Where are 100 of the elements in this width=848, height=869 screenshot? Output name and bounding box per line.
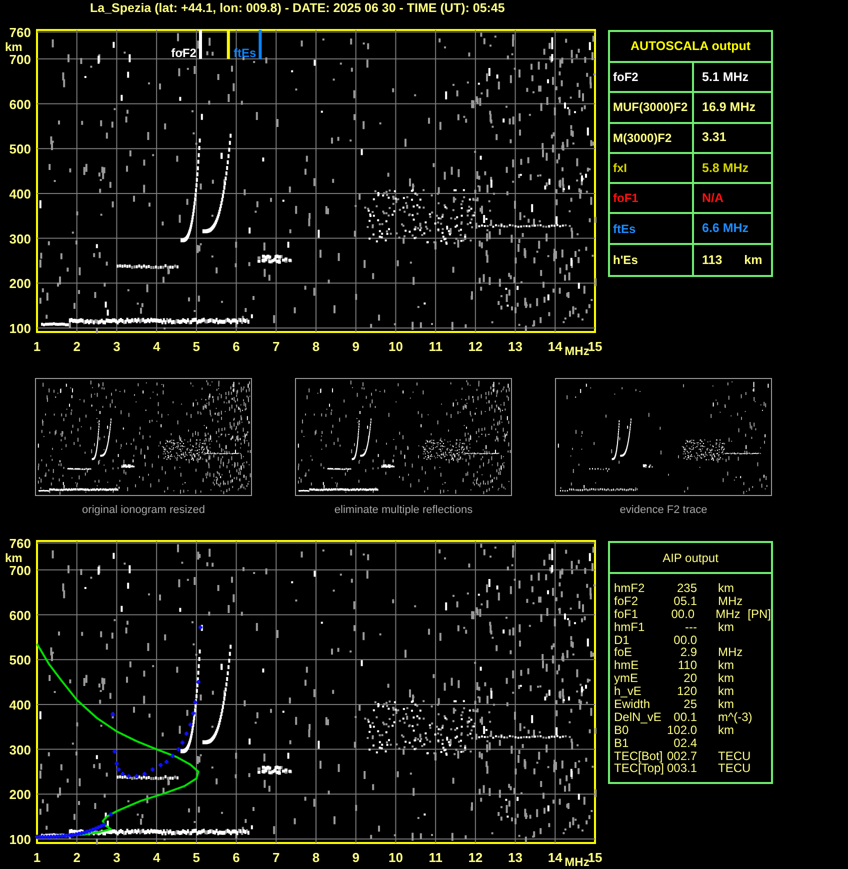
parameter-name: DelN_vE (614, 710, 662, 724)
parameter-name: ftEs (613, 220, 636, 238)
parameter-value: --- (684, 620, 697, 634)
parameter-name: TEC[Top] (614, 762, 664, 776)
parameter-unit: MHz (718, 646, 744, 660)
axis-tick-label: 9 (352, 339, 360, 354)
parameter-name: hmF1 (614, 620, 646, 634)
parameter-unit: TECU (718, 750, 751, 762)
axis-tick-label: 5 (192, 339, 200, 354)
parameter-unit: km (718, 698, 735, 711)
axis-tick-label: 6 (232, 850, 240, 865)
parameter-name: hmF2 (614, 582, 646, 595)
parameter-unit: km (744, 252, 762, 269)
axis-tick-label: 15 (588, 850, 602, 865)
axis-tick-label: 8 (312, 850, 320, 865)
axis-tick-label: 11 (428, 850, 442, 865)
axis-tick-label: 11 (428, 339, 442, 354)
parameter-value: 00.1 (672, 710, 697, 724)
axis-tick-label: 600 (9, 96, 31, 112)
parameter-unit: km (718, 620, 735, 634)
parameter-name: foF2 (614, 594, 640, 608)
parameter-unit: TECU (718, 762, 751, 776)
parameter-value: 3.31 (702, 129, 726, 146)
thumbnail-caption: original ionogram resized (81, 503, 206, 518)
axis-tick-label: 4 (152, 339, 160, 354)
axis-tick-label: 200 (9, 276, 31, 292)
axis-tick-label: 13 (508, 339, 523, 354)
axis-tick-label: 1 (33, 339, 41, 354)
parameter-name: foE (614, 646, 634, 660)
axis-tick-label: 14 (548, 339, 562, 354)
parameter-value: N/A (702, 190, 724, 207)
axis-tick-label: 5 (192, 850, 200, 865)
parameter-name: ymE (614, 672, 639, 686)
parameter-value: 20 (682, 672, 697, 686)
axis-tick-label: 500 (9, 142, 31, 157)
marker-label: foF2 (171, 46, 196, 60)
parameter-name: B1 (614, 736, 630, 750)
parameter-unit: km (718, 659, 735, 672)
parameter-unit: km (718, 672, 735, 686)
parameter-unit: km (718, 685, 735, 698)
axis-tick-label: 300 (9, 742, 31, 758)
axis-unit-label: MHz (564, 855, 590, 866)
axis-tick-label: 3 (113, 339, 120, 354)
axis-tick-label: 100 (9, 832, 31, 847)
axis-tick-label: 13 (508, 850, 523, 865)
axis-tick-label: 600 (9, 608, 31, 623)
parameter-value: 25 (682, 698, 697, 711)
parameter-unit: MHz (716, 608, 742, 621)
parameter-unit: km (718, 582, 735, 595)
parameter-value: 02.4 (672, 736, 697, 750)
parameter-value: 102.0 (666, 724, 697, 737)
parameter-unit: km (718, 724, 734, 737)
parameter-value: 110 (676, 659, 697, 672)
parameter-name: h_vE (614, 685, 642, 698)
axis-tick-label: 6 (232, 339, 240, 354)
parameter-unit: m^(-3) (718, 710, 751, 724)
parameter-value: 5.1 MHz (702, 68, 749, 86)
axis-tick-label: 8 (312, 339, 320, 354)
axis-tick-label: 500 (9, 652, 31, 668)
axis-tick-label: 1 (33, 850, 41, 865)
axis-tick-label: 7 (272, 850, 280, 865)
axis-tick-label: 10 (388, 850, 403, 865)
axis-tick-label: 12 (468, 339, 483, 354)
axis-tick-label: 12 (468, 850, 483, 865)
parameter-value: 6.6 MHz (702, 220, 749, 238)
parameter-unit: MHz (718, 594, 744, 608)
axis-tick-label: 760 (9, 25, 31, 40)
parameter-value: 00.0 (672, 634, 697, 646)
parameter-value: 05.1 (672, 594, 697, 608)
axis-tick-label: 760 (9, 536, 31, 551)
window-title: La_Spezia (lat: +44.1, lon: 009.8) - DATE: 2025 06 30 - TIME (UT): 05:45 (89, 0, 506, 17)
axis-unit-label: km (5, 40, 22, 54)
parameter-name: foF1 (613, 190, 638, 208)
parameter-value: 16.9 MHz (702, 99, 756, 116)
axis-tick-label: 300 (9, 231, 31, 246)
parameter-name: B0 (614, 724, 629, 737)
parameter-value: 113 (702, 252, 722, 269)
axis-tick-label: 9 (352, 850, 360, 865)
axis-tick-label: 400 (9, 186, 31, 202)
axis-tick-label: 10 (388, 339, 403, 354)
axis-tick-label: 14 (548, 850, 562, 865)
axis-unit-label: MHz (564, 344, 590, 355)
parameter-name: h'Es (613, 252, 638, 269)
parameter-name: M(3000)F2 (613, 130, 672, 147)
parameter-name: foF2 (613, 69, 638, 86)
marker-label: ftEs (234, 46, 256, 60)
parameter-value: 003.1 (666, 762, 697, 776)
axis-tick-label: 200 (9, 787, 31, 802)
parameter-value: 002.7 (666, 750, 697, 762)
parameter-value: 00.0 (670, 608, 695, 621)
axis-tick-label: 2 (73, 850, 80, 865)
axis-tick-label: 4 (152, 850, 160, 865)
parameter-value: 5.8 MHz (702, 160, 749, 177)
parameter-name: Ewidth (614, 698, 652, 711)
parameter-name: MUF(3000)F2 (613, 99, 688, 116)
axis-tick-label: 15 (588, 339, 602, 354)
parameter-value: 2.9 (679, 646, 697, 660)
parameter-name: hmE (614, 659, 640, 672)
status-code-text: [PN] (748, 608, 771, 621)
axis-tick-label: 700 (9, 52, 31, 67)
